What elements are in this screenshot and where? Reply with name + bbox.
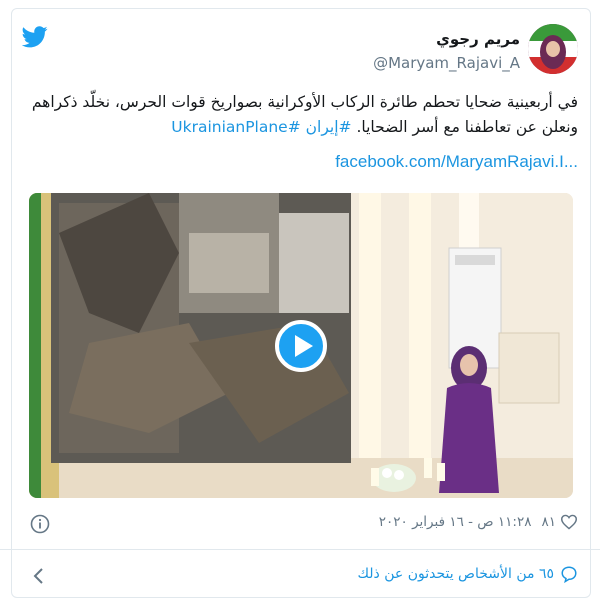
people-talking-link[interactable]: ٦٥ من الأشخاص يتحدثون عن ذلك [357,565,578,583]
footer-divider [0,549,600,550]
avatar[interactable] [528,24,578,74]
like-count: ٨١ [541,514,556,530]
tweet-timestamp[interactable]: ١١:٢٨ ص - ١٦ فبراير ٢٠٢٠ [379,514,532,530]
comment-icon [561,566,577,583]
chevron-left-icon[interactable] [32,567,46,585]
play-icon [295,335,313,357]
hashtag-ukrainian-plane[interactable]: #UkrainianPlane [171,118,300,136]
tweet-link[interactable]: facebook.com/MaryamRajavi.I... [28,152,578,172]
twitter-logo-icon[interactable] [22,26,48,48]
author-name[interactable]: مریم رجوي [436,30,520,48]
info-icon[interactable] [30,514,50,534]
author-handle[interactable]: @Maryam_Rajavi_A [373,54,520,72]
tweet-meta: ٨١ ١١:٢٨ ص - ١٦ فبراير ٢٠٢٠ [379,514,578,530]
heart-icon[interactable] [560,514,578,530]
like-group[interactable]: ٨١ [541,514,578,530]
play-button[interactable] [275,320,327,372]
tweet-text: في أربعينية ضحايا تحطم طائرة الركاب الأو… [28,90,578,140]
people-talking-text: ٦٥ من الأشخاص يتحدثون عن ذلك [357,566,554,582]
hashtag-iran[interactable]: #إيران [306,118,352,136]
